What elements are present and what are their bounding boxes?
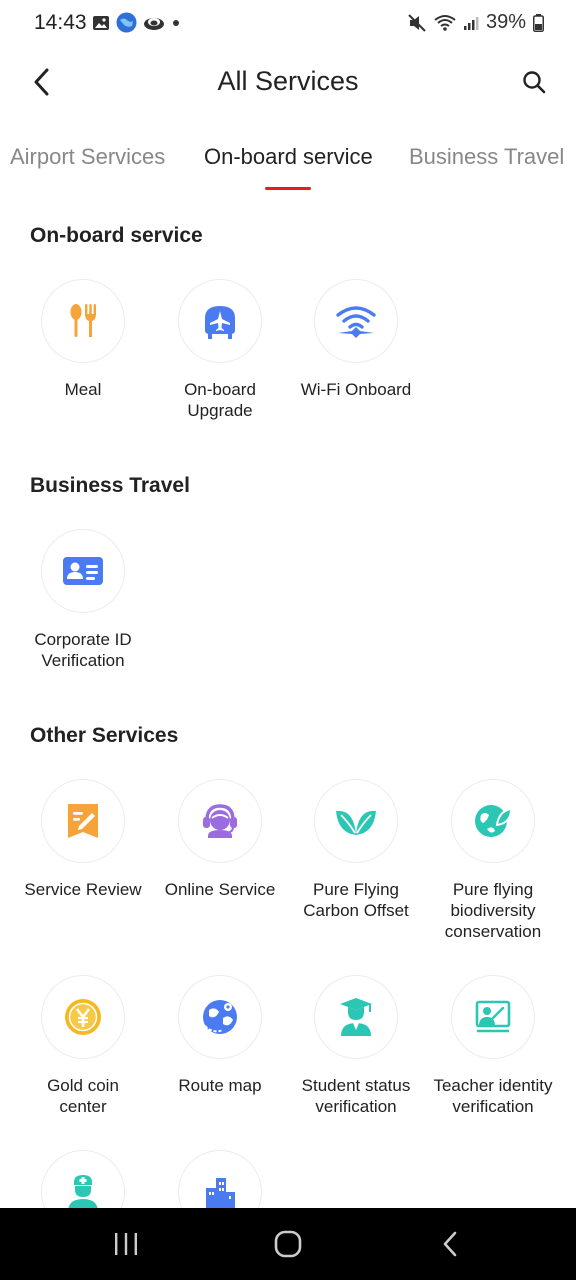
wifi-status-icon	[434, 14, 456, 31]
id-card-icon	[63, 557, 103, 585]
service-icon-circle	[178, 279, 262, 363]
service-icon-circle	[314, 279, 398, 363]
service-label: Teacher identity verification	[433, 1076, 553, 1116]
service-online-service[interactable]: Online Service	[152, 779, 288, 900]
teacher-icon	[475, 1000, 511, 1033]
active-tab-indicator	[265, 187, 311, 190]
app-bar: All Services	[0, 46, 576, 118]
route-map-icon	[203, 1000, 237, 1034]
headset-icon	[203, 804, 237, 838]
service-label: On-board Upgrade	[184, 380, 256, 420]
service-label: Pure flying biodiversity conservation	[444, 880, 542, 941]
tab-on-board-service[interactable]: On-board service	[204, 144, 373, 170]
section-title-on-board: On-board service	[30, 224, 203, 247]
service-label: Route map	[178, 1076, 262, 1095]
tab-business-travel[interactable]: Business Travel	[409, 144, 564, 170]
service-label: Corporate ID Verification	[34, 630, 132, 670]
signal-icon	[463, 16, 479, 30]
search-icon	[523, 71, 546, 94]
section-title-other-services: Other Services	[30, 724, 179, 747]
gallery-icon	[93, 15, 109, 30]
service-label: Meal	[64, 380, 102, 399]
search-button[interactable]	[514, 62, 554, 102]
globe-leaf-icon	[475, 805, 513, 837]
wifi-icon	[336, 306, 376, 338]
mute-icon	[408, 13, 426, 32]
service-biodiversity-conservation[interactable]: Pure flying biodiversity conservation	[425, 779, 561, 942]
battery-percent: 39%	[485, 11, 526, 33]
upgrade-icon	[205, 306, 235, 339]
service-label: Online Service	[164, 880, 276, 899]
service-on-board-upgrade[interactable]: On-board Upgrade	[152, 279, 288, 421]
coin-icon	[65, 999, 101, 1035]
more-dot-icon	[173, 19, 179, 26]
service-teacher-identity-verification[interactable]: Teacher identity verification	[425, 975, 561, 1117]
system-nav-bar	[0, 1208, 576, 1280]
service-icon-circle	[41, 279, 125, 363]
service-route-map[interactable]: Route map	[152, 975, 288, 1096]
service-icon-circle	[41, 529, 125, 613]
service-icon-circle	[314, 779, 398, 863]
service-icon-circle	[178, 975, 262, 1059]
service-icon-circle	[178, 779, 262, 863]
tab-airport-services[interactable]: Airport Services	[10, 144, 165, 170]
page-title: All Services	[217, 66, 359, 96]
service-label: Service Review	[24, 880, 142, 899]
service-icon-circle	[314, 975, 398, 1059]
battery-icon	[533, 13, 544, 32]
review-icon	[68, 804, 98, 838]
back-arrow-icon	[443, 1231, 457, 1257]
section-title-business-travel: Business Travel	[30, 474, 190, 497]
recent-apps-button[interactable]	[106, 1228, 146, 1260]
category-tabs: Airport Services On-board service Busine…	[0, 128, 576, 192]
city-icon	[206, 1178, 235, 1210]
status-time: 14:43	[34, 11, 87, 34]
service-icon-circle	[41, 779, 125, 863]
service-label: Student status verification	[301, 1076, 411, 1116]
service-label: Gold coin center	[47, 1076, 119, 1116]
service-corporate-id-verification[interactable]: Corporate ID Verification	[15, 529, 151, 671]
service-wifi-onboard[interactable]: Wi-Fi Onboard	[288, 279, 424, 400]
home-icon	[274, 1230, 302, 1258]
status-bar: 14:43 39%	[0, 0, 576, 46]
nurse-icon	[68, 1175, 98, 1212]
service-service-review[interactable]: Service Review	[15, 779, 151, 900]
service-student-status-verification[interactable]: Student status verification	[288, 975, 424, 1117]
service-icon-circle	[451, 975, 535, 1059]
notification-icons	[92, 12, 181, 33]
home-button[interactable]	[268, 1228, 308, 1260]
leaf-icon	[336, 810, 376, 835]
system-status: 39%	[407, 11, 544, 34]
service-meal[interactable]: Meal	[15, 279, 151, 400]
service-label: Wi-Fi Onboard	[300, 380, 412, 399]
recent-apps-icon	[115, 1233, 137, 1255]
meal-icon	[70, 304, 96, 337]
service-carbon-offset[interactable]: Pure Flying Carbon Offset	[288, 779, 424, 921]
service-icon-circle	[41, 975, 125, 1059]
system-back-button[interactable]	[430, 1228, 470, 1260]
cloud-app-icon	[144, 17, 164, 30]
service-label: Pure Flying Carbon Offset	[303, 880, 409, 920]
service-gold-coin-center[interactable]: Gold coin center	[15, 975, 151, 1117]
graduate-icon	[340, 998, 372, 1036]
service-icon-circle	[451, 779, 535, 863]
app-globe-icon	[116, 12, 137, 33]
